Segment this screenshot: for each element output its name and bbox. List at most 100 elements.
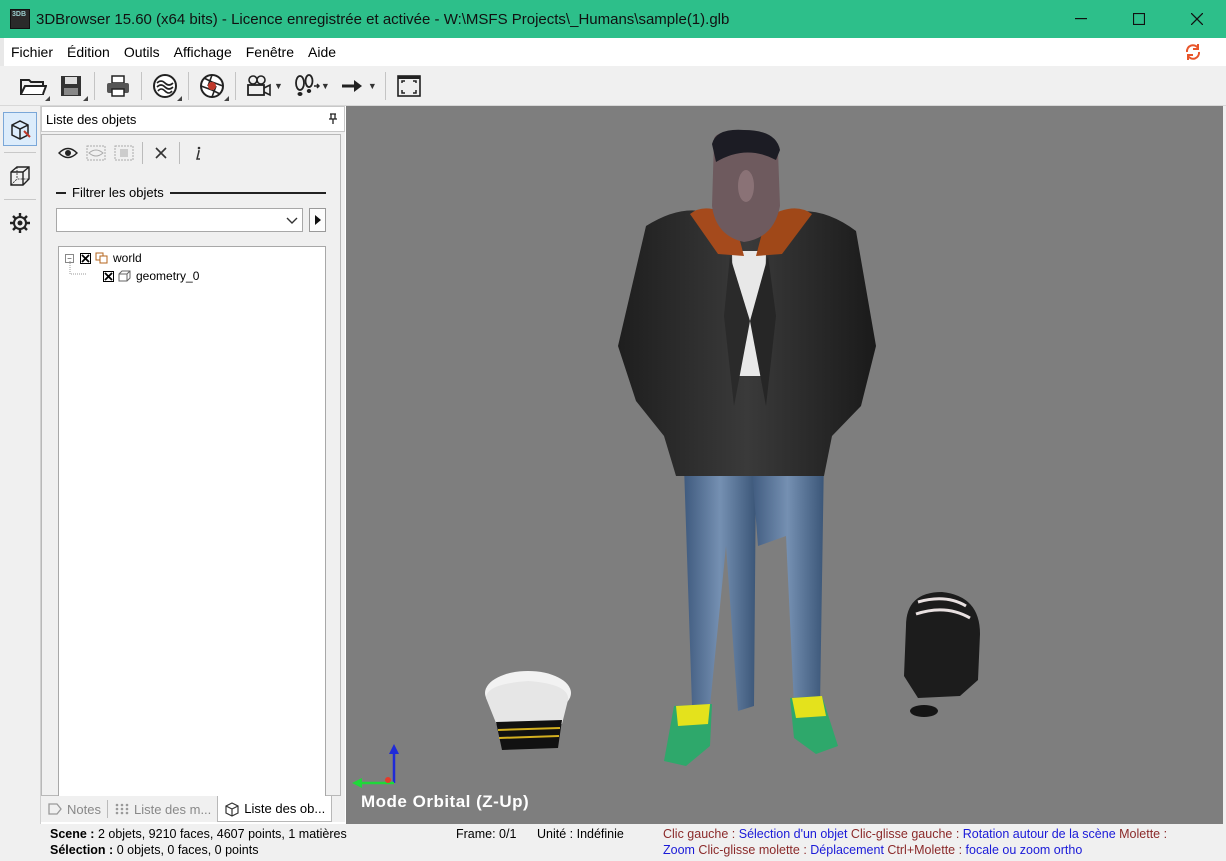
hidden-eye-icon xyxy=(86,145,106,161)
panel-toolbar xyxy=(42,135,340,171)
navigation-mode-label: Mode Orbital (Z-Up) xyxy=(361,792,530,811)
print-button[interactable] xyxy=(99,69,137,103)
footsteps-icon xyxy=(295,73,320,96)
close-button[interactable] xyxy=(1168,0,1226,38)
hint-key: Clic-glisse molette : xyxy=(694,843,811,857)
hint-key: Clic gauche : xyxy=(663,827,739,841)
hint-key: Clic-glisse gauche : xyxy=(847,827,963,841)
arrow-right-icon xyxy=(341,79,362,92)
tab-label: Liste des ob... xyxy=(244,801,326,816)
scene-info-value: 2 objets, 9210 faces, 4607 points, 1 mat… xyxy=(97,827,347,841)
3d-viewport[interactable]: Mode Orbital (Z-Up) xyxy=(346,106,1223,824)
app-icon: 3DB xyxy=(10,9,30,29)
save-button[interactable] xyxy=(52,69,90,103)
open-button[interactable] xyxy=(14,69,52,103)
object-tree: − world geometry_0 xyxy=(58,246,326,798)
object-list-tool-button[interactable] xyxy=(3,112,37,146)
navigate-button[interactable] xyxy=(334,69,372,103)
filter-apply-button[interactable] xyxy=(309,208,326,232)
settings-tool-button[interactable] xyxy=(3,206,37,240)
menu-outils[interactable]: Outils xyxy=(117,44,167,60)
minimize-button[interactable] xyxy=(1052,0,1110,38)
aperture-icon xyxy=(200,73,224,98)
isolate-object-button[interactable] xyxy=(110,139,138,167)
pin-icon[interactable] xyxy=(328,113,338,125)
print-icon xyxy=(107,74,129,97)
selection-info-value: 0 objets, 0 faces, 0 points xyxy=(116,843,259,857)
checkbox-x-icon xyxy=(104,271,113,281)
filter-group: Filtrer les objets xyxy=(56,185,326,200)
mesh-cube-icon xyxy=(118,270,131,282)
title-bar: 3DB 3DBrowser 15.60 (x64 bits) - Licence… xyxy=(0,0,1226,38)
walk-button[interactable] xyxy=(287,69,325,103)
hint-value: Déplacement xyxy=(810,843,884,857)
hint-value: Rotation autour de la scène xyxy=(962,827,1116,841)
panel-tabs: Notes Liste des m... Liste des ob... xyxy=(41,796,345,822)
chevron-down-icon xyxy=(286,217,298,224)
filter-input[interactable] xyxy=(56,208,303,232)
tree-item-geometry[interactable]: geometry_0 xyxy=(103,268,199,284)
info-icon xyxy=(196,146,201,160)
hint-value: Zoom xyxy=(663,843,695,857)
tab-notes[interactable]: Notes xyxy=(41,796,107,822)
menu-aide[interactable]: Aide xyxy=(301,44,343,60)
human-model xyxy=(618,129,876,766)
flight-helmet-model xyxy=(904,592,980,717)
hint-value: focale ou zoom ortho xyxy=(965,843,1083,857)
group-icon xyxy=(95,252,108,264)
camera-button[interactable] xyxy=(240,69,278,103)
officer-cap-model xyxy=(485,671,571,750)
tab-materials[interactable]: Liste des m... xyxy=(108,796,217,822)
fullscreen-button[interactable] xyxy=(390,69,428,103)
tab-label: Liste des m... xyxy=(133,801,212,817)
isolate-icon xyxy=(114,145,134,161)
object-list-panel: Liste des objets Filtrer les objets − wo… xyxy=(41,106,345,798)
camera-icon xyxy=(247,74,271,96)
tree-item-label: geometry_0 xyxy=(136,269,200,283)
minimize-icon xyxy=(1075,18,1087,20)
tree-connector xyxy=(69,261,87,275)
delete-object-button[interactable] xyxy=(147,139,175,167)
menu-fenetre[interactable]: Fenêtre xyxy=(239,44,301,60)
menu-edition[interactable]: Édition xyxy=(60,44,117,60)
window-title: 3DBrowser 15.60 (x64 bits) - Licence enr… xyxy=(36,10,730,28)
panel-header: Liste des objets xyxy=(41,106,345,132)
hide-object-button[interactable] xyxy=(82,139,110,167)
left-tool-strip xyxy=(0,106,41,826)
play-icon xyxy=(314,215,321,225)
unit-indicator: Unité : Indéfinie xyxy=(537,827,624,841)
cube-select-icon xyxy=(11,120,31,140)
mouse-hint-line-2: Zoom Clic-glisse molette : Déplacement C… xyxy=(663,843,1082,857)
tab-object-list[interactable]: Liste des ob... xyxy=(217,796,333,822)
maximize-icon xyxy=(1133,13,1145,25)
axis-gizmo xyxy=(352,744,399,788)
info-button[interactable] xyxy=(184,139,212,167)
panel-body: Filtrer les objets − world geometry_0 xyxy=(41,134,341,798)
filter-label: Filtrer les objets xyxy=(72,185,164,200)
toolbar: ▼ ▼ ▼ xyxy=(0,66,1226,106)
menu-bar: Fichier Édition Outils Affichage Fenêtre… xyxy=(0,38,1226,66)
fullscreen-icon xyxy=(396,74,421,97)
material-button[interactable] xyxy=(193,69,231,103)
scene-info: Scene : 2 objets, 9210 faces, 4607 point… xyxy=(50,827,347,841)
show-object-button[interactable] xyxy=(54,139,82,167)
wireframe-tool-button[interactable] xyxy=(3,159,37,193)
refresh-icon[interactable] xyxy=(1184,43,1202,61)
gear-icon xyxy=(10,213,30,233)
menu-affichage[interactable]: Affichage xyxy=(167,44,239,60)
close-icon xyxy=(1191,13,1203,25)
cube-select-icon xyxy=(225,801,239,817)
notes-icon xyxy=(48,803,62,815)
selection-info: Sélection : 0 objets, 0 faces, 0 points xyxy=(50,843,258,857)
hint-key: Molette : xyxy=(1115,827,1168,841)
eye-icon xyxy=(58,147,78,159)
render-style-button[interactable] xyxy=(146,69,184,103)
waves-icon xyxy=(153,73,177,98)
wireframe-cube-icon xyxy=(10,166,30,186)
maximize-button[interactable] xyxy=(1110,0,1168,38)
visibility-checkbox[interactable] xyxy=(103,270,114,282)
tab-label: Notes xyxy=(67,801,101,817)
selection-info-key: Sélection : xyxy=(50,843,114,857)
menu-fichier[interactable]: Fichier xyxy=(4,44,60,60)
grid-dots-icon xyxy=(115,803,129,815)
